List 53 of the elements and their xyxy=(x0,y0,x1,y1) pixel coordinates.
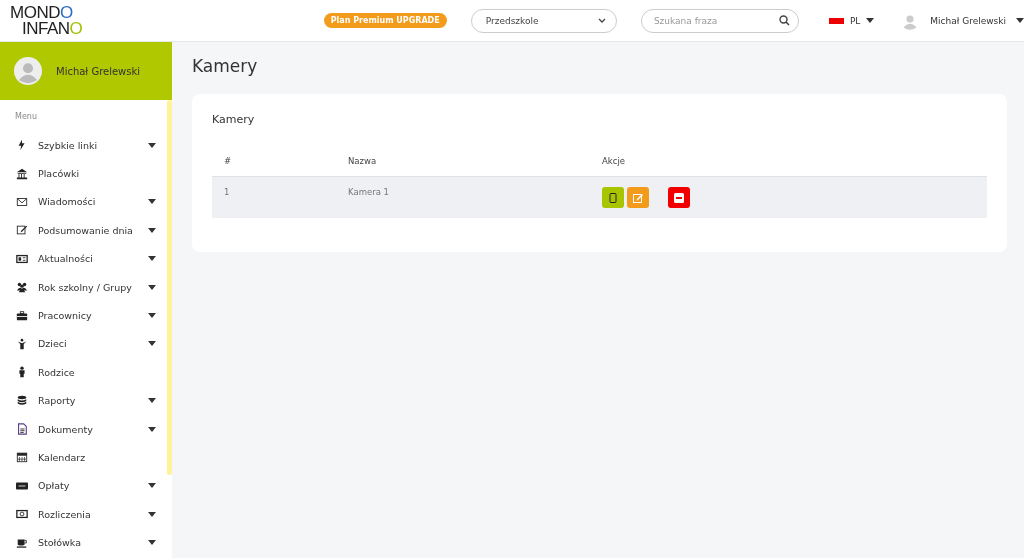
search-field[interactable]: Szukana fraza xyxy=(640,8,799,33)
menu-item[interactable]: Szybkie linki xyxy=(38,139,148,151)
menu-label: Menu xyxy=(14,111,38,123)
child-icon xyxy=(16,337,28,350)
menu-item[interactable]: Kalendarz xyxy=(38,452,156,463)
tablet-icon xyxy=(609,192,617,203)
column-header: # xyxy=(212,150,336,177)
column-header: Nazwa xyxy=(336,150,590,177)
flag-icon xyxy=(828,17,844,24)
menu-item[interactable]: Opłaty xyxy=(38,480,148,492)
menu-item[interactable]: Rozliczenia xyxy=(38,508,148,520)
menu-item[interactable]: Rok szkolny / Grupy xyxy=(38,281,148,293)
page-title: Kamery xyxy=(192,56,259,76)
person-icon xyxy=(16,366,28,379)
view-button[interactable] xyxy=(602,187,624,208)
language-selector[interactable]: PL xyxy=(849,15,861,26)
menu-item[interactable]: Dokumenty xyxy=(38,423,148,435)
user-menu[interactable]: Michał Grelewski xyxy=(930,15,1006,26)
menu-item[interactable]: Rodzice xyxy=(38,366,156,378)
menu-item[interactable]: Placówki xyxy=(38,168,156,180)
edit-icon xyxy=(632,192,644,203)
briefcase-icon xyxy=(16,309,28,322)
column-header: Akcje xyxy=(590,150,987,177)
table-cell: Kamera 1 xyxy=(336,176,590,218)
menu-item[interactable]: Dzieci xyxy=(38,338,148,350)
delete-button[interactable] xyxy=(668,187,690,208)
minus-icon xyxy=(674,192,684,203)
menu-item[interactable]: Aktualności xyxy=(38,253,148,265)
caret-icon xyxy=(866,18,875,23)
menu-item[interactable]: Raporty xyxy=(38,395,148,407)
search-icon[interactable] xyxy=(778,14,790,26)
database-icon xyxy=(16,394,28,407)
people-icon xyxy=(16,281,28,294)
facility-select[interactable]: Przedszkole xyxy=(470,8,617,33)
menu-item[interactable]: Podsumowanie dnia xyxy=(38,224,148,236)
card-title: Kamery xyxy=(212,113,255,126)
caret-icon xyxy=(1016,18,1024,23)
table-cell: 1 xyxy=(212,176,336,218)
edit-icon xyxy=(16,224,28,237)
logo[interactable]: MONDO INFANO xyxy=(0,4,160,37)
bank-icon xyxy=(16,167,28,180)
document-icon xyxy=(16,423,28,436)
chevron-icon xyxy=(597,18,606,23)
id-card-icon xyxy=(16,252,28,265)
scrollbar[interactable] xyxy=(167,100,172,475)
menu-item[interactable]: Wiadomości xyxy=(38,196,148,208)
banknote-icon xyxy=(16,508,28,521)
menu-item[interactable]: Stołówka xyxy=(38,537,148,549)
menu-item[interactable]: Pracownicy xyxy=(38,310,148,322)
calendar-icon xyxy=(16,451,28,464)
envelope-icon xyxy=(16,195,28,208)
avatar-icon xyxy=(14,57,42,85)
user-name: Michał Grelewski xyxy=(56,65,141,77)
